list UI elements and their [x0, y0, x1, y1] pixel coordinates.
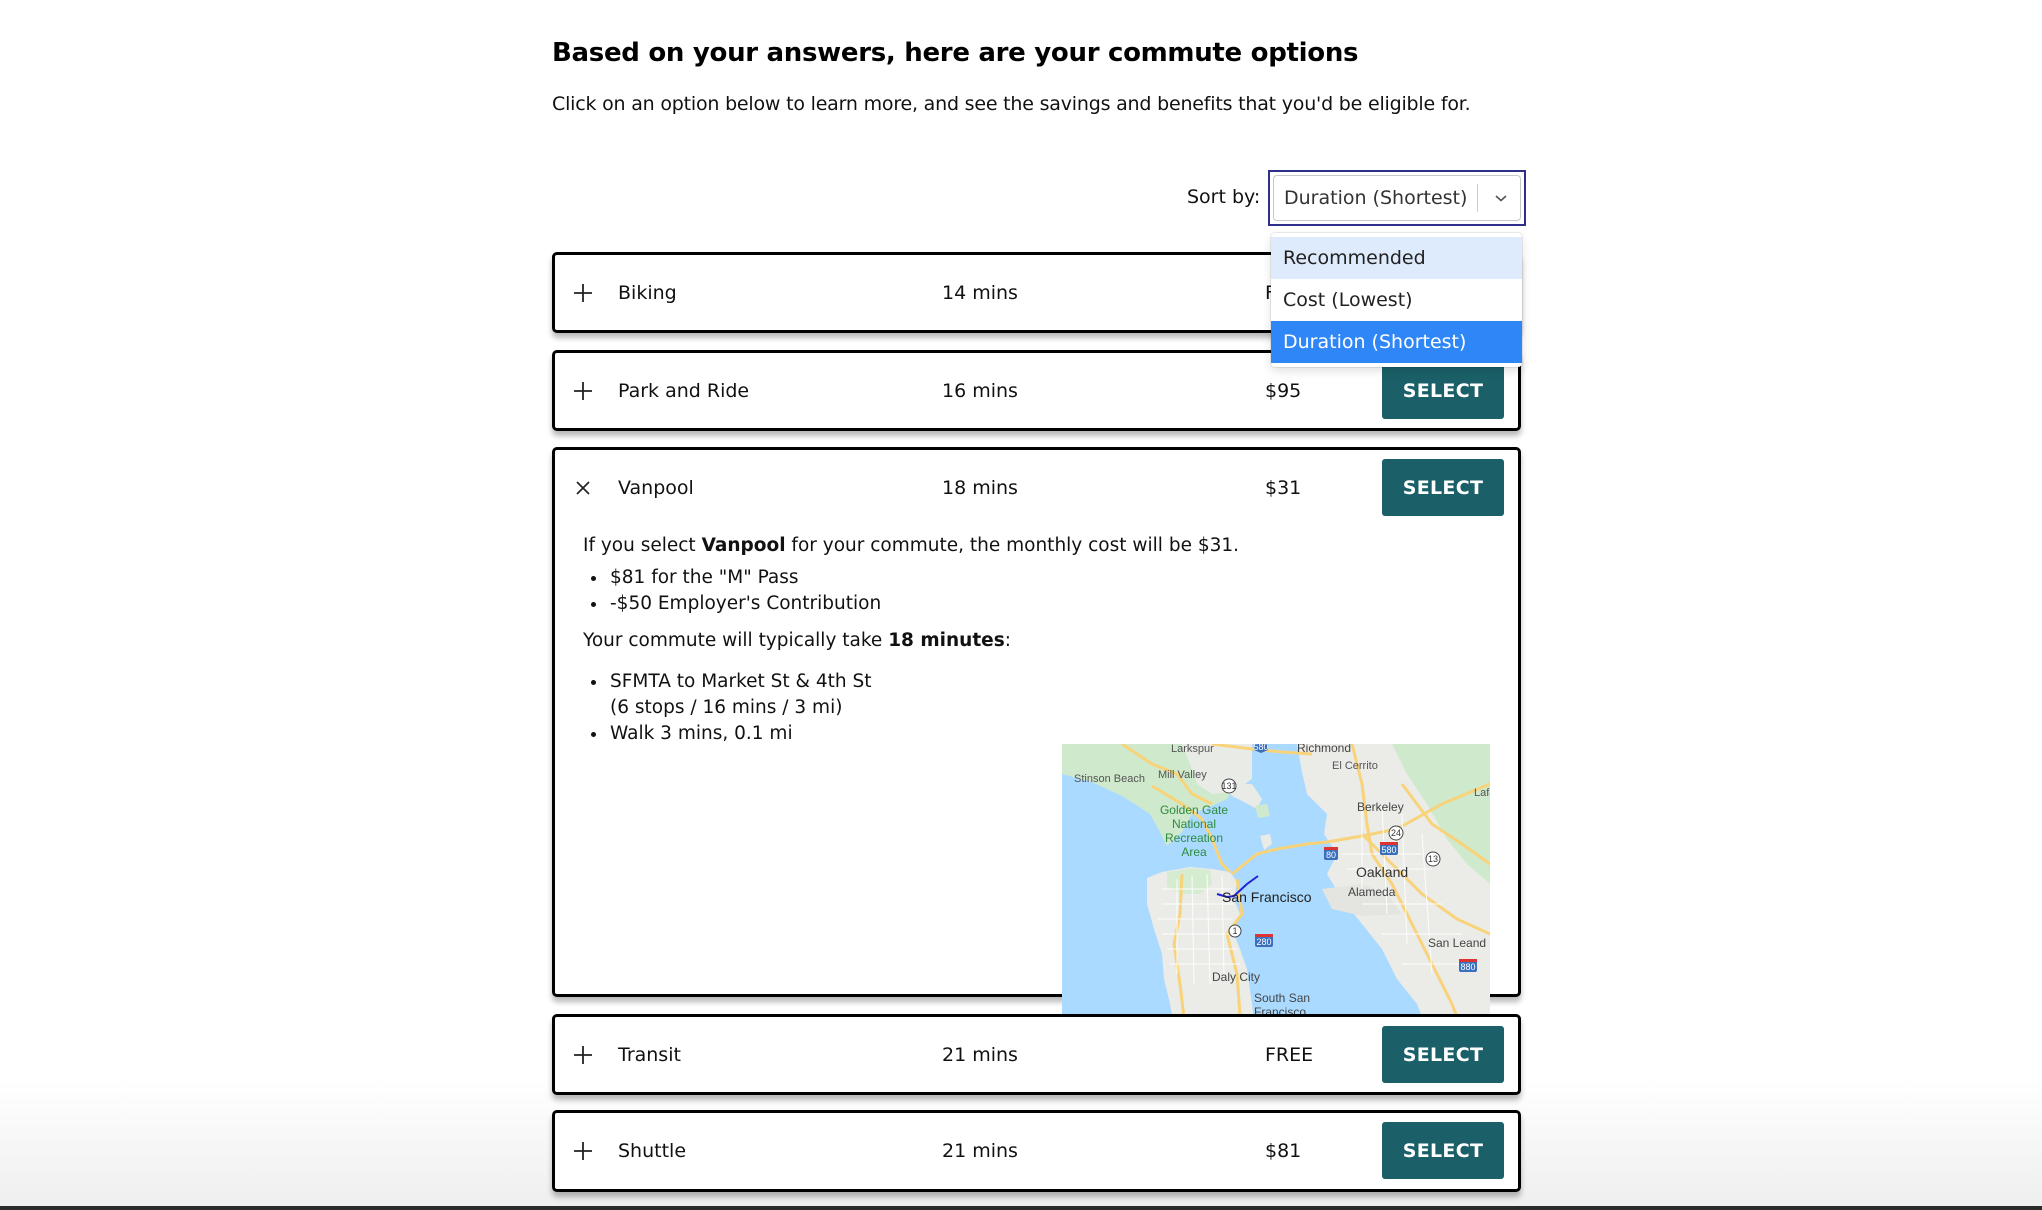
- time-summary: Your commute will typically take 18 minu…: [583, 628, 1011, 654]
- plus-icon[interactable]: [573, 381, 593, 401]
- option-name: Vanpool: [618, 476, 694, 499]
- svg-text:80: 80: [1326, 850, 1336, 860]
- map-label: Daly City: [1212, 970, 1260, 984]
- map-label: Oakland: [1356, 864, 1408, 880]
- sort-select-control[interactable]: Duration (Shortest): [1273, 175, 1521, 221]
- svg-text:580: 580: [1381, 845, 1396, 855]
- map-label: Golden Gate: [1160, 803, 1228, 817]
- option-duration: 21 mins: [942, 1043, 1018, 1066]
- option-name: Shuttle: [618, 1139, 687, 1162]
- map-label: Area: [1181, 845, 1207, 859]
- cost-summary: If you select Vanpool for your commute, …: [583, 533, 1239, 559]
- option-header[interactable]: Transit 21 mins FREE SELECT: [555, 1017, 1518, 1092]
- select-button[interactable]: SELECT: [1382, 1122, 1504, 1179]
- time-summary-suffix: :: [1004, 630, 1011, 651]
- svg-text:1: 1: [1232, 926, 1237, 936]
- map-label: Recreation: [1165, 831, 1223, 845]
- cost-breakdown-list: $81 for the "M" Pass -$50 Employer's Con…: [583, 565, 881, 617]
- option-cost: $95: [1265, 379, 1302, 402]
- sort-select[interactable]: Duration (Shortest): [1268, 170, 1526, 226]
- cost-breakdown-item: -$50 Employer's Contribution: [583, 591, 881, 617]
- shield-i580-top: 580: [1253, 744, 1269, 753]
- sort-option-recommended[interactable]: Recommended: [1271, 237, 1522, 279]
- map-label: South San: [1254, 991, 1310, 1005]
- map-label: El Cerrito: [1332, 760, 1378, 772]
- close-icon[interactable]: [573, 478, 593, 498]
- map-label: Mill Valley: [1158, 769, 1207, 781]
- page-subtitle: Click on an option below to learn more, …: [552, 93, 1471, 115]
- time-summary-prefix: Your commute will typically take: [583, 630, 889, 651]
- cost-summary-suffix: for your commute, the monthly cost will …: [785, 535, 1240, 556]
- map-label: San Francisco: [1222, 889, 1312, 905]
- sort-label: Sort by:: [1187, 186, 1261, 208]
- cost-summary-prefix: If you select: [583, 535, 702, 556]
- select-button[interactable]: SELECT: [1382, 1026, 1504, 1083]
- svg-text:13: 13: [1428, 854, 1438, 864]
- map-label: Richmond: [1297, 744, 1351, 755]
- option-duration: 21 mins: [942, 1139, 1018, 1162]
- commute-option-vanpool: Vanpool 18 mins $31 SELECT If you select…: [552, 447, 1521, 1043]
- map-canvas: 580 131 24 580 80 13 1 280 880 Larkspur …: [1062, 744, 1490, 1043]
- route-step-title: SFMTA to Market St & 4th St: [610, 671, 872, 692]
- plus-icon[interactable]: [573, 1045, 593, 1065]
- map-label: Larkspur: [1171, 744, 1214, 755]
- svg-text:24: 24: [1391, 828, 1401, 838]
- route-steps-list: SFMTA to Market St & 4th St (6 stops / 16…: [583, 669, 871, 747]
- plus-icon[interactable]: [573, 1141, 593, 1161]
- sort-separator: [1477, 184, 1478, 212]
- select-button[interactable]: SELECT: [1382, 459, 1504, 516]
- plus-icon[interactable]: [573, 283, 593, 303]
- sort-option-cost[interactable]: Cost (Lowest): [1271, 279, 1522, 321]
- map-label: Alameda: [1348, 885, 1396, 899]
- option-details: If you select Vanpool for your commute, …: [555, 525, 1518, 1089]
- route-map[interactable]: 580 131 24 580 80 13 1 280 880 Larkspur …: [1062, 744, 1490, 1043]
- option-duration: 18 mins: [942, 476, 1018, 499]
- map-label: San Leand: [1428, 936, 1486, 950]
- map-label: National: [1172, 817, 1216, 831]
- time-summary-duration: 18 minutes: [888, 630, 1005, 651]
- option-cost: $81: [1265, 1139, 1302, 1162]
- commute-option-transit: Transit 21 mins FREE SELECT: [552, 1014, 1521, 1095]
- cost-summary-option: Vanpool: [701, 535, 786, 556]
- option-header[interactable]: Vanpool 18 mins $31 SELECT: [555, 450, 1518, 525]
- sort-dropdown-menu: Recommended Cost (Lowest) Duration (Shor…: [1271, 233, 1522, 367]
- svg-text:280: 280: [1256, 937, 1271, 947]
- route-step-detail: (6 stops / 16 mins / 3 mi): [610, 697, 843, 718]
- bottom-edge-strip: [0, 1206, 2042, 1210]
- route-step: Walk 3 mins, 0.1 mi: [583, 721, 871, 747]
- commute-option-shuttle: Shuttle 21 mins $81 SELECT: [552, 1110, 1521, 1192]
- option-name: Park and Ride: [618, 379, 750, 402]
- select-button[interactable]: SELECT: [1382, 362, 1504, 419]
- option-name: Transit: [618, 1043, 681, 1066]
- route-step: SFMTA to Market St & 4th St (6 stops / 16…: [583, 669, 871, 721]
- option-cost: $31: [1265, 476, 1302, 499]
- sort-selected-value: Duration (Shortest): [1284, 187, 1468, 209]
- option-name: Biking: [618, 281, 677, 304]
- svg-text:580: 580: [1253, 744, 1268, 752]
- option-header[interactable]: Shuttle 21 mins $81 SELECT: [555, 1113, 1518, 1188]
- option-cost: FREE: [1265, 1043, 1314, 1066]
- map-label: Lafa: [1474, 787, 1490, 799]
- cost-breakdown-item: $81 for the "M" Pass: [583, 565, 881, 591]
- chevron-down-icon[interactable]: [1490, 187, 1512, 209]
- svg-text:131: 131: [1221, 781, 1236, 791]
- option-duration: 14 mins: [942, 281, 1018, 304]
- map-label: Stinson Beach: [1074, 773, 1145, 785]
- option-duration: 16 mins: [942, 379, 1018, 402]
- sort-option-duration[interactable]: Duration (Shortest): [1271, 321, 1522, 363]
- map-label: Berkeley: [1357, 800, 1404, 814]
- svg-text:880: 880: [1460, 962, 1475, 972]
- page-title: Based on your answers, here are your com…: [552, 38, 1359, 68]
